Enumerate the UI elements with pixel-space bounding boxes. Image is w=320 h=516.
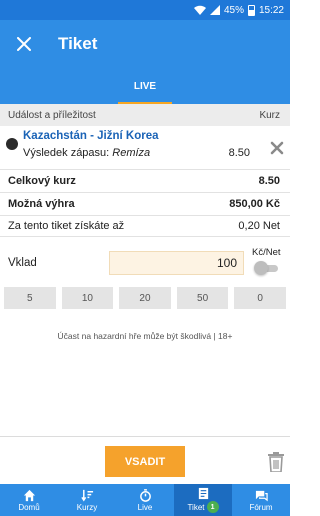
action-bar: VSADIT (0, 436, 290, 484)
stake-row: Vklad Kč/Net (0, 243, 290, 283)
battery-percent: 45% (223, 4, 244, 16)
tab-bar: LIVE (0, 68, 290, 104)
quick-amount-button[interactable]: 20 (119, 287, 171, 309)
clock: 15:22 (258, 4, 284, 16)
earn-value: 0,20 Net (238, 220, 280, 232)
place-bet-button[interactable]: VSADIT (105, 446, 185, 477)
page-title: Tiket (58, 34, 98, 53)
nav-label: Fórum (249, 502, 273, 512)
bottom-nav: Domů Kurzy Live Tiket 1 Fórum (0, 484, 290, 516)
nav-item-live[interactable]: Live (116, 484, 174, 516)
home-icon (23, 489, 35, 501)
total-odds-value: 8.50 (258, 174, 280, 187)
nav-label: Domů (18, 502, 40, 512)
sort-icon (80, 489, 93, 501)
nav-label-group: Tiket 1 (187, 501, 219, 513)
column-header-odds: Kurz (259, 109, 280, 121)
gambling-notice: Účast na hazardní hře může být škodlivá … (57, 331, 233, 341)
selection-odds: 8.50 (228, 147, 250, 159)
sport-icon (6, 138, 18, 150)
battery-icon (247, 4, 255, 16)
column-header: Událost a příležitost Kurz (0, 104, 290, 126)
signal-icon (209, 5, 220, 15)
possible-win-label: Možná výhra (8, 197, 75, 210)
tab-live[interactable]: LIVE (118, 68, 172, 104)
selection-label: Remíza (112, 147, 151, 159)
earn-row: Za tento tiket získáte až 0,20 Net (0, 215, 290, 237)
total-odds-label: Celkový kurz (8, 174, 76, 187)
stake-input[interactable] (109, 251, 244, 275)
remove-selection-icon[interactable] (270, 141, 284, 155)
wifi-icon (193, 5, 206, 15)
currency-toggle-label: Kč/Net (252, 247, 281, 258)
nav-label: Kurzy (76, 502, 98, 512)
forum-icon (255, 490, 268, 501)
bet-selection: Kazachstán - Jižní Korea Výsledek zápasu… (0, 127, 290, 169)
quick-amount-button[interactable]: 0 (234, 287, 286, 309)
quick-amount-button[interactable]: 10 (61, 287, 114, 309)
nav-item-forum[interactable]: Fórum (232, 484, 290, 516)
market-label: Výsledek zápasu: (23, 147, 110, 159)
app-bar: Tiket (0, 20, 290, 68)
trash-icon[interactable] (267, 452, 285, 472)
earn-label: Za tento tiket získáte až (8, 220, 125, 232)
nav-label: Live (137, 502, 153, 512)
close-button[interactable] (0, 20, 48, 68)
quick-amount-button[interactable]: 5 (4, 287, 56, 309)
currency-toggle[interactable] (254, 261, 278, 275)
column-header-event: Událost a příležitost (8, 109, 96, 121)
nav-label: Tiket (187, 502, 205, 512)
nav-item-home[interactable]: Domů (0, 484, 58, 516)
quick-amount-button[interactable]: 50 (176, 287, 229, 309)
total-odds-row: Celkový kurz 8.50 (0, 169, 290, 191)
ticket-count-badge: 1 (206, 501, 219, 513)
stopwatch-icon (139, 488, 151, 502)
possible-win-value: 850,00 Kč (229, 197, 280, 210)
stake-label: Vklad (8, 257, 37, 269)
close-icon (17, 37, 31, 51)
ticket-icon (198, 487, 208, 500)
toggle-knob (254, 261, 268, 275)
nav-item-odds[interactable]: Kurzy (58, 484, 116, 516)
quick-amounts: 5 10 20 50 0 (4, 287, 286, 309)
possible-win-row: Možná výhra 850,00 Kč (0, 192, 290, 214)
status-bar: 45% 15:22 (0, 0, 290, 20)
event-market: Výsledek zápasu: Remíza (23, 147, 150, 159)
nav-item-ticket[interactable]: Tiket 1 (174, 484, 232, 516)
event-name[interactable]: Kazachstán - Jižní Korea (23, 130, 158, 142)
